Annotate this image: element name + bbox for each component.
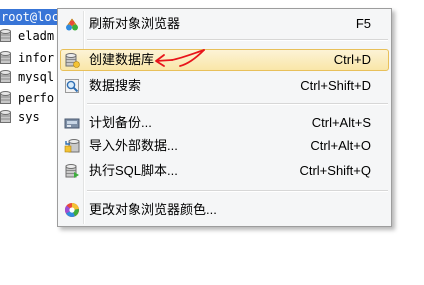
menu-item-label: 刷新对象浏览器 bbox=[89, 16, 181, 31]
menu-item-change-browser-color[interactable]: 更改对象浏览器颜色... bbox=[60, 199, 389, 221]
menu-item-scheduled-backup[interactable]: 计划备份... Ctrl+Alt+S bbox=[60, 112, 389, 134]
tree-item-database[interactable]: sys bbox=[0, 108, 64, 126]
database-icon bbox=[0, 70, 11, 83]
menu-item-shortcut: Ctrl+Alt+S bbox=[311, 115, 371, 130]
menu-item-label: 导入外部数据... bbox=[89, 138, 178, 153]
data-search-icon bbox=[65, 79, 79, 93]
menu-item-refresh-object-browser[interactable]: 刷新对象浏览器 F5 bbox=[60, 13, 389, 35]
execute-sql-script-icon bbox=[65, 164, 79, 178]
tree-item-database[interactable]: mysql bbox=[0, 68, 64, 86]
database-icon bbox=[0, 91, 11, 104]
menu-item-label: 更改对象浏览器颜色... bbox=[89, 202, 217, 217]
tree-root-label: root@loc bbox=[1, 10, 59, 24]
menu-separator bbox=[87, 190, 388, 192]
color-wheel-icon bbox=[64, 203, 79, 217]
tree-item-database[interactable]: eladm bbox=[0, 27, 64, 45]
menu-item-import-external-data[interactable]: 导入外部数据... Ctrl+Alt+O bbox=[60, 135, 389, 157]
menu-item-shortcut: Ctrl+Shift+Q bbox=[299, 163, 371, 178]
create-database-icon bbox=[65, 53, 80, 68]
menu-item-label: 创建数据库 bbox=[89, 52, 155, 67]
database-icon bbox=[0, 51, 11, 64]
refresh-icon bbox=[66, 18, 78, 31]
menu-item-data-search[interactable]: 数据搜索 Ctrl+Shift+D bbox=[60, 75, 389, 97]
menu-separator bbox=[87, 103, 388, 105]
menu-item-shortcut: Ctrl+D bbox=[333, 52, 371, 67]
scheduled-backup-icon bbox=[64, 118, 80, 129]
menu-item-shortcut: Ctrl+Shift+D bbox=[300, 78, 371, 93]
menu-item-label: 数据搜索 bbox=[89, 78, 142, 93]
menu-item-label: 计划备份... bbox=[89, 115, 152, 130]
menu-separator bbox=[87, 39, 388, 41]
menu-item-execute-sql-script[interactable]: 执行SQL脚本... Ctrl+Shift+Q bbox=[60, 160, 389, 182]
menu-item-label: 执行SQL脚本... bbox=[89, 163, 178, 178]
menu-item-create-database[interactable]: 创建数据库 Ctrl+D bbox=[60, 49, 389, 71]
menu-item-shortcut: F5 bbox=[355, 16, 371, 31]
object-browser-context-menu: 刷新对象浏览器 F5 创建数据库 Ctrl+D 数据搜索 Ctrl+Shift+… bbox=[57, 8, 392, 227]
tree-item-database[interactable]: infor bbox=[0, 49, 64, 67]
import-data-icon bbox=[64, 139, 80, 153]
database-icon bbox=[0, 29, 11, 42]
tree-item-database[interactable]: perfo bbox=[0, 89, 64, 107]
menu-item-shortcut: Ctrl+Alt+O bbox=[310, 138, 371, 153]
database-icon bbox=[0, 110, 11, 123]
